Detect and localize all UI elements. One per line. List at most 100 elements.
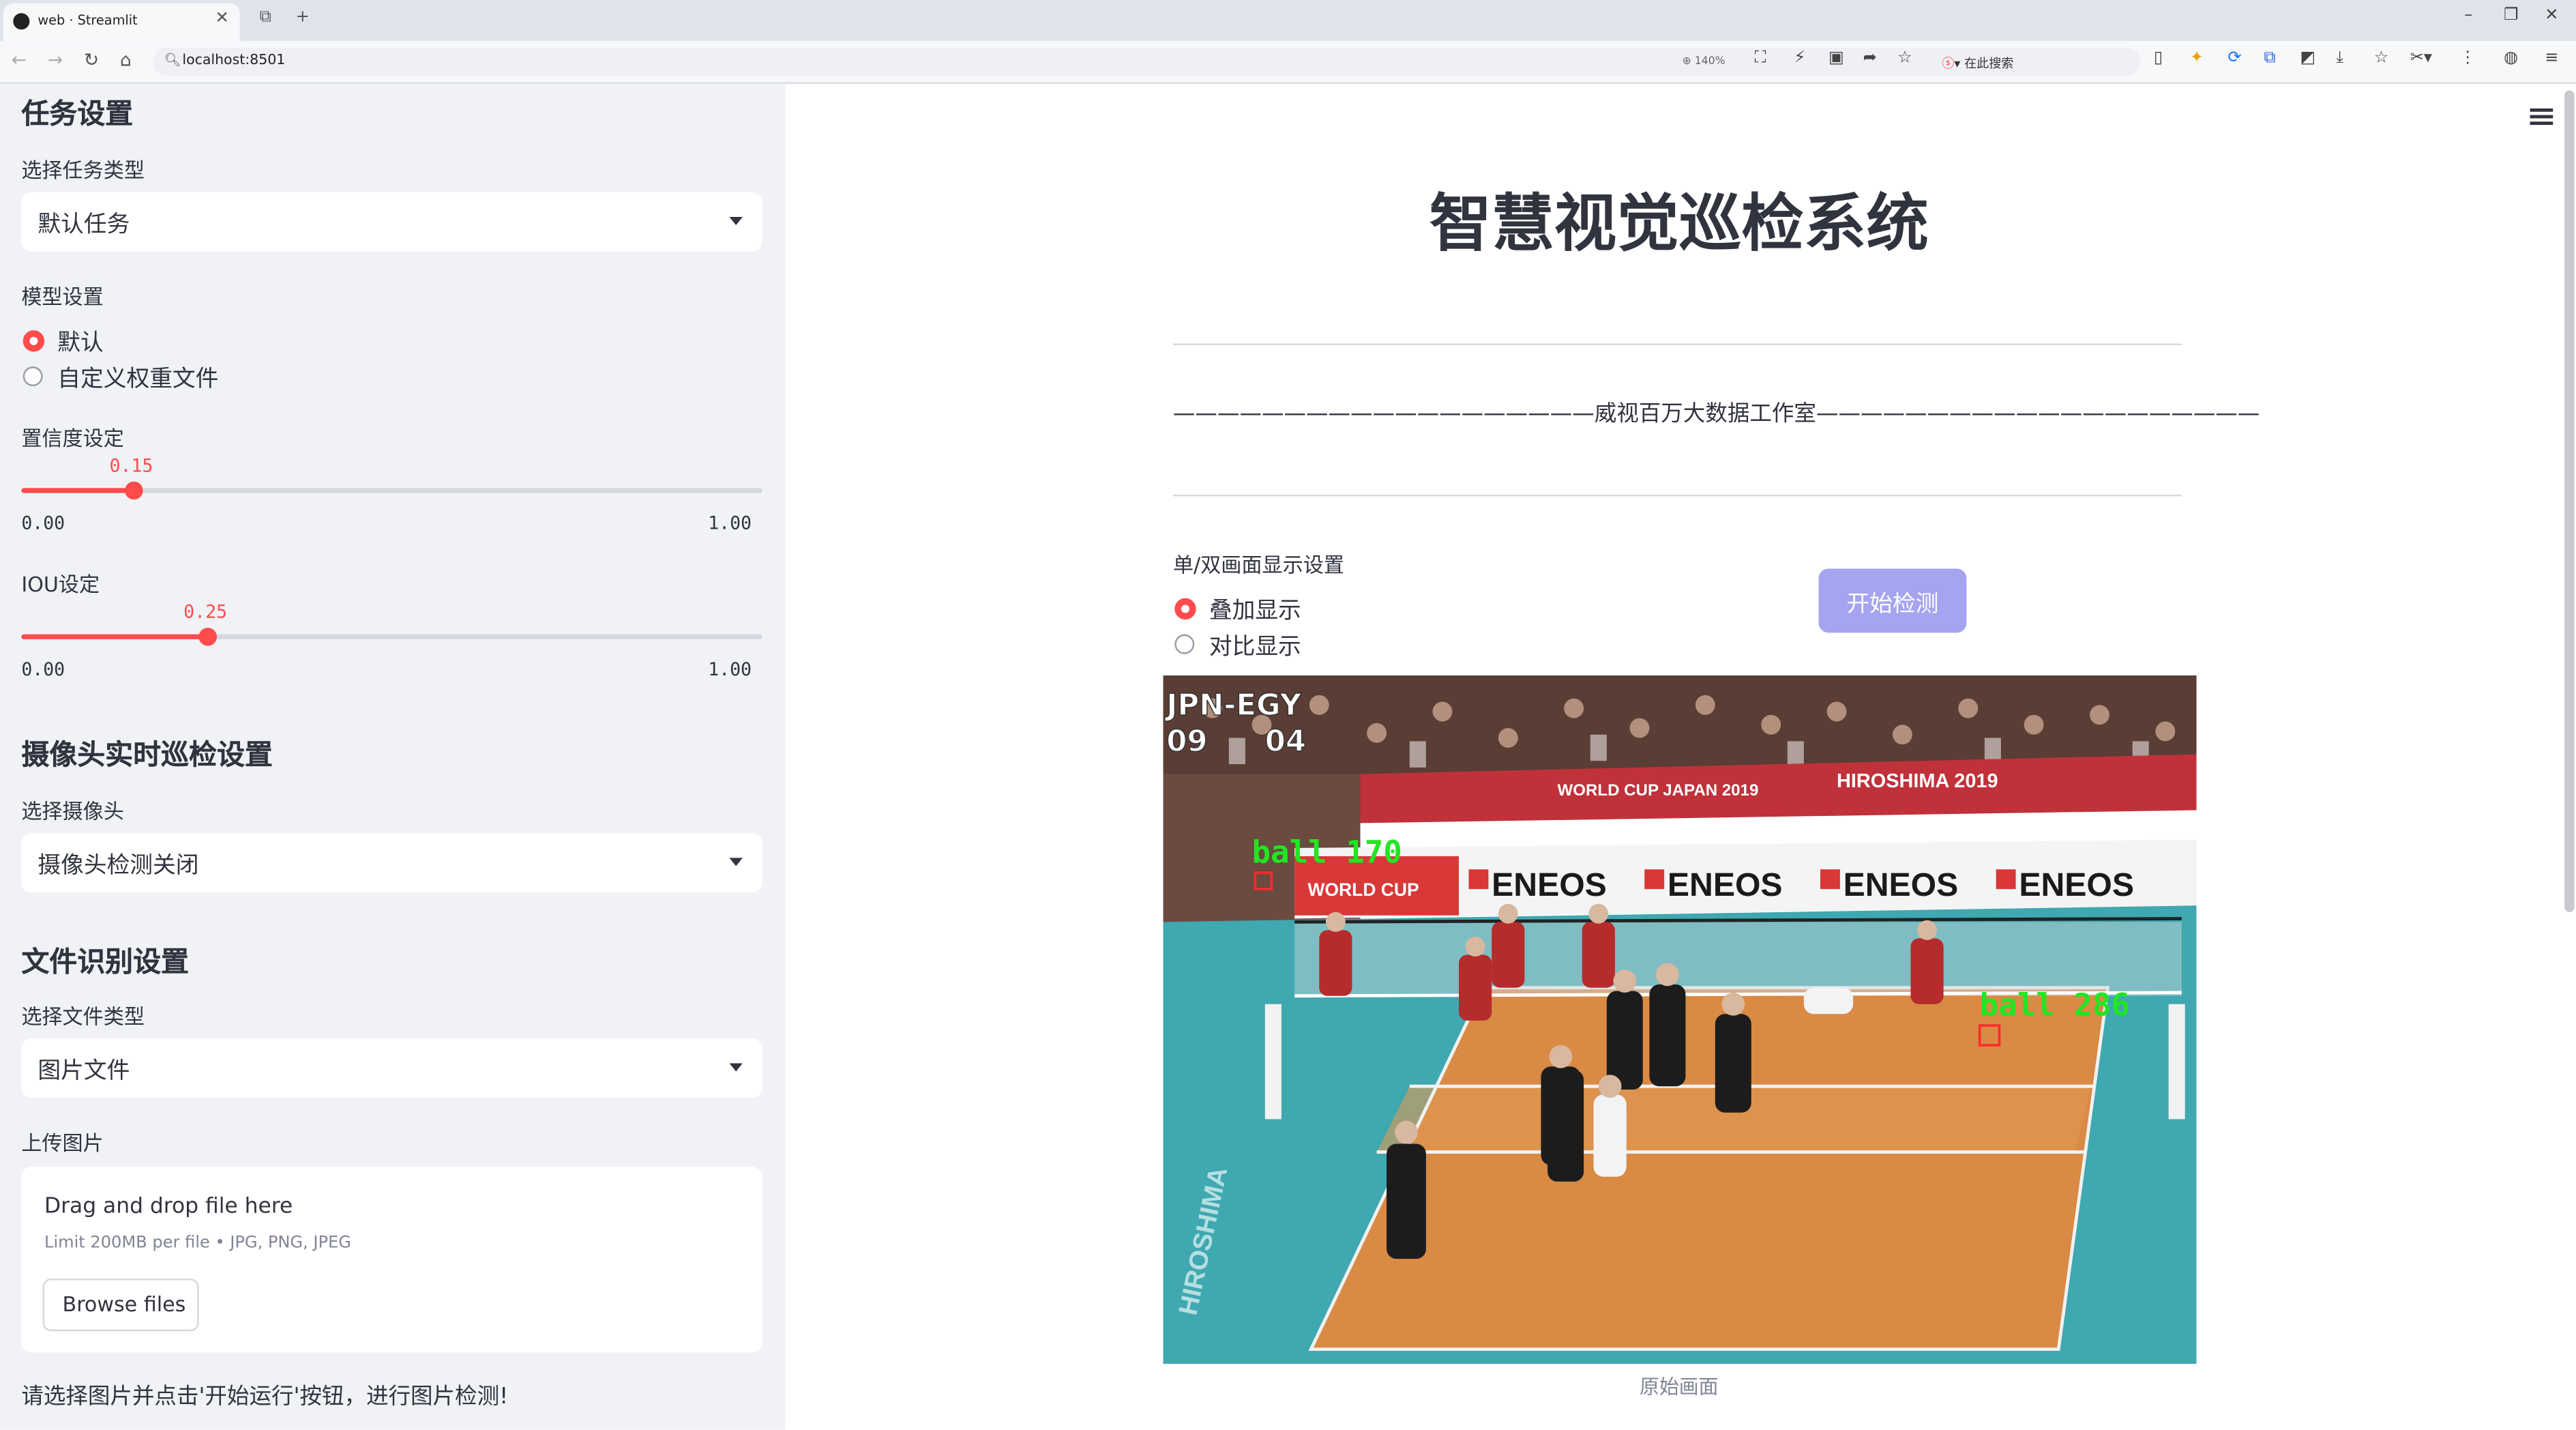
model-label: 模型设置: [21, 284, 104, 309]
search-label: 在此搜索: [1964, 55, 2014, 71]
radio-checked-icon: [1174, 598, 1196, 620]
image-caption: 原始画面: [1639, 1375, 1719, 1399]
banner-left-text: WORLD CUP JAPAN 2019: [1558, 781, 1759, 800]
ext-tool-icon[interactable]: ◩: [2300, 49, 2315, 67]
url-text: localhost:8501: [182, 53, 286, 70]
chevron-down-icon: [729, 858, 743, 866]
file-type-label: 选择文件类型: [21, 1004, 145, 1029]
detection-image: WORLD CUP JAPAN 2019 HIROSHIMA 2019 WORL…: [1163, 675, 2197, 1365]
upload-label: 上传图片: [21, 1130, 104, 1156]
chevron-down-icon: [729, 1063, 743, 1072]
tab-title: web · Streamlit: [38, 13, 138, 28]
iou-value: 0.25: [183, 601, 228, 623]
more-icon[interactable]: ⋮: [2459, 49, 2476, 67]
task-type-label: 选择任务类型: [21, 158, 145, 183]
ext-sync-icon[interactable]: ⟳: [2227, 49, 2241, 67]
file-type-value: 图片文件: [38, 1058, 130, 1085]
search-engine-box[interactable]: ⓢ▾ 在此搜索: [1942, 54, 2013, 72]
scoreboard-right: 04: [1265, 725, 1306, 759]
sponsor-text-4: ENEOS: [2019, 866, 2134, 903]
display-mode-label: 单/双画面显示设置: [1172, 552, 1344, 577]
download-icon[interactable]: ⤓: [2336, 49, 2343, 67]
banner-right-text: HIROSHIMA 2019: [1837, 770, 1998, 792]
reload-icon[interactable]: ↻: [84, 49, 99, 70]
file-type-select[interactable]: 图片文件: [21, 1038, 763, 1098]
task-type-select[interactable]: 默认任务: [21, 192, 763, 252]
conf-max: 1.00: [708, 512, 752, 534]
scoreboard-left: 09: [1166, 725, 1207, 759]
browse-files-button[interactable]: Browse files: [42, 1279, 199, 1332]
back-icon[interactable]: ←: [12, 49, 27, 70]
file-section-title: 文件识别设置: [21, 946, 190, 980]
cut-icon[interactable]: ✂▾: [2410, 49, 2432, 67]
zoom-level: 140%: [1694, 54, 1726, 68]
home-icon[interactable]: ⌂: [120, 49, 132, 70]
scrollbar[interactable]: [2564, 90, 2575, 912]
page-title: 智慧视觉巡检系统: [1429, 187, 1929, 260]
iou-min: 0.00: [21, 658, 65, 681]
iou-label: IOU设定: [21, 572, 100, 597]
divider: [1172, 343, 2182, 345]
ext-translate-icon[interactable]: ⧉: [2264, 49, 2275, 67]
flash-icon[interactable]: ⚡: [1794, 49, 1805, 67]
conf-slider[interactable]: [21, 481, 763, 500]
avatar-icon[interactable]: ◍: [2504, 49, 2518, 67]
conf-slider-fill: [21, 488, 133, 493]
camera-section-title: 摄像头实时巡检设置: [21, 739, 273, 773]
instruction-note: 请选择图片并点击'开始运行'按钮，进行图片检测!: [21, 1384, 509, 1410]
iou-slider-fill: [21, 634, 207, 640]
menu-icon[interactable]: ≡: [2545, 49, 2558, 67]
task-type-value: 默认任务: [38, 211, 130, 239]
start-detection-label: 开始检测: [1846, 592, 1939, 618]
sidebar: 任务设置 选择任务类型 默认任务 模型设置 默认 自定义权重文件 置信度设定 0…: [0, 83, 786, 1430]
radio-unchecked-icon: [23, 366, 43, 387]
tab-close-icon[interactable]: ✕: [216, 10, 229, 27]
browse-files-label: Browse files: [62, 1292, 186, 1317]
dropzone-limit: Limit 200MB per file • JPG, PNG, JPEG: [44, 1234, 351, 1253]
cup-sign-text: WORLD CUP: [1307, 879, 1419, 900]
conf-slider-thumb[interactable]: [124, 481, 143, 500]
scoreboard-team: JPN-EGY: [1164, 688, 1301, 723]
iou-slider[interactable]: [21, 628, 763, 646]
close-window-icon[interactable]: ✕: [2545, 7, 2558, 25]
conf-value: 0.15: [109, 455, 153, 477]
task-section-title: 任务设置: [21, 98, 134, 132]
iou-slider-thumb[interactable]: [198, 628, 217, 646]
conf-min: 0.00: [21, 512, 65, 534]
search-icon: 🔍︎: [164, 53, 181, 68]
browser-tab-bar: web · Streamlit ✕ ⧉ + – ❐ ✕: [0, 0, 2576, 42]
camera-value: 摄像头检测关闭: [38, 853, 199, 879]
sponsor-text-1: ENEOS: [1492, 866, 1607, 903]
studio-subtitle: ———————————————————威视百万大数据工作室———————————…: [1172, 400, 2260, 428]
minimize-icon[interactable]: –: [2464, 7, 2472, 25]
screenshot-icon[interactable]: ▣: [1829, 49, 1844, 67]
sponsor-text-3: ENEOS: [1844, 866, 1959, 903]
favorite-icon[interactable]: ☆: [1897, 49, 1912, 67]
start-detection-button[interactable]: 开始检测: [1818, 568, 1967, 633]
conf-label: 置信度设定: [21, 425, 124, 451]
camera-select[interactable]: 摄像头检测关闭: [21, 833, 763, 892]
detection-label-1: ball 170: [1252, 834, 1402, 871]
share-icon[interactable]: ➦: [1863, 49, 1877, 67]
detection-label-2: ball 286: [1980, 987, 2130, 1023]
translate-icon[interactable]: ⛶: [1755, 49, 1766, 67]
file-dropzone[interactable]: Drag and drop file here Limit 200MB per …: [21, 1167, 763, 1353]
radio-checked-icon: [23, 330, 45, 352]
hamburger-menu-icon[interactable]: [2530, 108, 2553, 126]
radio-unchecked-icon: [1174, 634, 1195, 654]
bookmark-icon[interactable]: ☆: [2374, 49, 2389, 67]
divider: [1172, 495, 2182, 497]
mobile-icon[interactable]: ▯: [2154, 49, 2163, 67]
camera-label: 选择摄像头: [21, 798, 124, 823]
forward-icon[interactable]: →: [48, 49, 63, 70]
ext-star-icon[interactable]: ✦: [2190, 49, 2204, 67]
restore-icon[interactable]: ❐: [2504, 7, 2519, 25]
zoom-indicator[interactable]: ⊕ 140%: [1683, 54, 1726, 67]
browser-tab[interactable]: web · Streamlit ✕: [3, 3, 240, 42]
sponsor-text-2: ENEOS: [1668, 866, 1783, 903]
display-option-compare: 对比显示: [1209, 634, 1301, 661]
chevron-down-icon: [729, 216, 743, 226]
streamlit-favicon-icon: [13, 13, 30, 30]
new-tab-icon[interactable]: +: [296, 8, 310, 26]
tab-group-icon[interactable]: ⧉: [260, 8, 271, 26]
